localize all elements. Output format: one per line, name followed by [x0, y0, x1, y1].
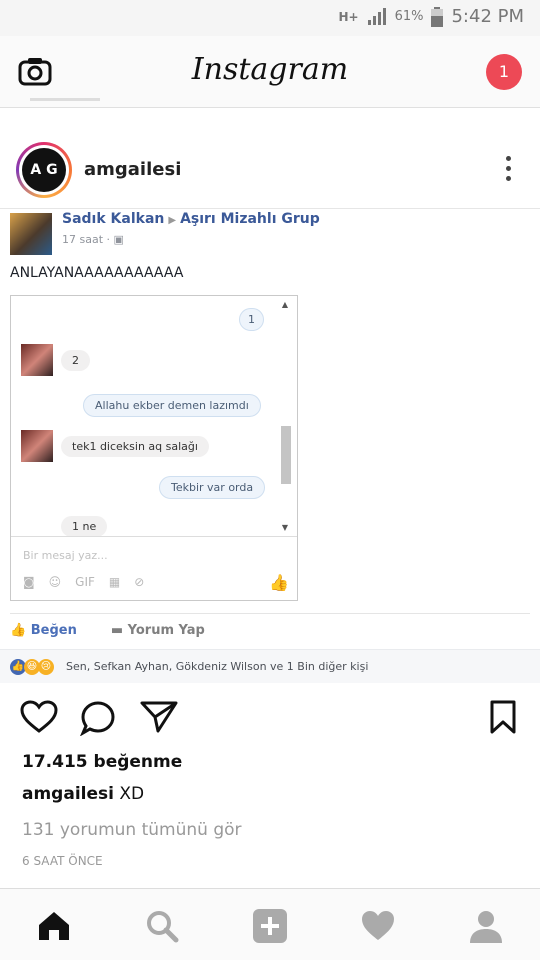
post-username[interactable]: amgailesi: [84, 159, 181, 180]
chat-avatar: [21, 344, 53, 376]
attach-icon: ⊘: [134, 575, 145, 589]
fb-timestamp: 17 saat · ▣: [62, 233, 124, 246]
post-image[interactable]: Sadık Kalkan ▶ Aşırı Mizahlı Grup 17 saat …: [0, 208, 540, 683]
view-comments-link[interactable]: 131 yorumun tümünü gör: [22, 820, 242, 840]
clock: 5:42 PM: [451, 6, 524, 27]
chat-input-placeholder: Bir mesaj yaz...: [23, 549, 108, 562]
battery-percent: 61%: [394, 9, 424, 24]
photo-icon: ◙: [23, 575, 35, 589]
gif-icon: GIF: [75, 575, 95, 589]
status-bar: H+ 61% 5:42 PM: [0, 0, 540, 36]
search-icon[interactable]: [144, 909, 180, 943]
thumbs-up-icon: 👍: [269, 573, 289, 592]
chat-bubble: 2: [61, 350, 90, 371]
chat-bubble: 1: [239, 308, 264, 331]
caption: amgailesi XD: [22, 784, 144, 804]
more-options-icon[interactable]: [504, 156, 512, 186]
fb-author: Sadık Kalkan: [62, 211, 165, 227]
grid-icon: ▦: [108, 575, 121, 589]
scroll-up-icon: ▲: [281, 300, 289, 309]
chat-window: ▲ ▼ 1 2 Allahu ekber demen lazımdı tek1 …: [10, 295, 298, 601]
fb-group: Aşırı Mizahlı Grup: [180, 211, 320, 227]
fb-comment-label: ▬ Yorum Yap: [110, 623, 205, 638]
avatar[interactable]: A G: [16, 142, 72, 198]
battery-icon: [431, 6, 444, 27]
post-time: 6 SAAT ÖNCE: [22, 854, 103, 868]
reactions-text: Sen, Sefkan Ayhan, Gökdeniz Wilson ve 1 …: [66, 660, 369, 673]
fb-post-text: ANLAYANAAAAAAAAAAA: [10, 265, 184, 281]
fb-actions: 👍 Beğen ▬ Yorum Yap: [10, 623, 205, 638]
chat-avatar: [21, 430, 53, 462]
caption-username[interactable]: amgailesi: [22, 784, 114, 804]
post-header: A G amgailesi: [0, 126, 540, 208]
comment-icon[interactable]: [80, 700, 116, 736]
avatar-logo: A G: [22, 148, 66, 192]
previous-post-edge: [30, 96, 110, 106]
fb-author-line: Sadık Kalkan ▶ Aşırı Mizahlı Grup: [62, 211, 320, 227]
profile-icon[interactable]: [468, 909, 504, 943]
fb-like-label: 👍 Beğen: [10, 623, 77, 638]
chat-bubble: Allahu ekber demen lazımdı: [83, 394, 261, 417]
chat-toolbar: ◙ ☺ GIF ▦ ⊘: [23, 575, 144, 589]
reaction-icons: 👍 😆 😢: [10, 659, 54, 675]
likes-count[interactable]: 17.415 beğenme: [22, 752, 182, 772]
divider: [10, 613, 530, 614]
caption-text: XD: [119, 784, 145, 804]
globe-icon: ▣: [113, 233, 124, 246]
heart-outline-icon[interactable]: [360, 909, 396, 943]
chat-bubble: 1 ne: [61, 516, 108, 537]
app-title: Instagram: [191, 52, 349, 87]
sticker-icon: ☺: [48, 575, 62, 589]
post-actions: [0, 690, 540, 748]
signal-icon: [367, 7, 386, 25]
chat-input-area: Bir mesaj yaz... ◙ ☺ GIF ▦ ⊘ 👍: [11, 536, 297, 600]
arrow-right-icon: ▶: [168, 215, 177, 226]
status-icons: H+ 61% 5:42 PM: [338, 6, 524, 27]
notification-badge[interactable]: 1: [486, 54, 522, 90]
bottom-nav: [0, 888, 540, 960]
add-icon[interactable]: [252, 909, 288, 943]
fb-profile-picture: [10, 213, 52, 255]
fb-reactions-bar: 👍 😆 😢 Sen, Sefkan Ayhan, Gökdeniz Wilson…: [0, 649, 540, 683]
scroll-down-icon: ▼: [281, 523, 289, 532]
send-icon[interactable]: [140, 700, 178, 734]
chat-scrollbar: ▲ ▼: [279, 300, 291, 532]
home-icon[interactable]: [36, 909, 72, 943]
sad-reaction-icon: 😢: [38, 659, 54, 675]
chat-bubble: tek1 diceksin aq salağı: [61, 436, 209, 457]
bookmark-icon[interactable]: [490, 700, 516, 734]
network-type: H+: [338, 9, 359, 24]
heart-icon[interactable]: [20, 700, 58, 734]
chat-bubble: Tekbir var orda: [159, 476, 266, 499]
